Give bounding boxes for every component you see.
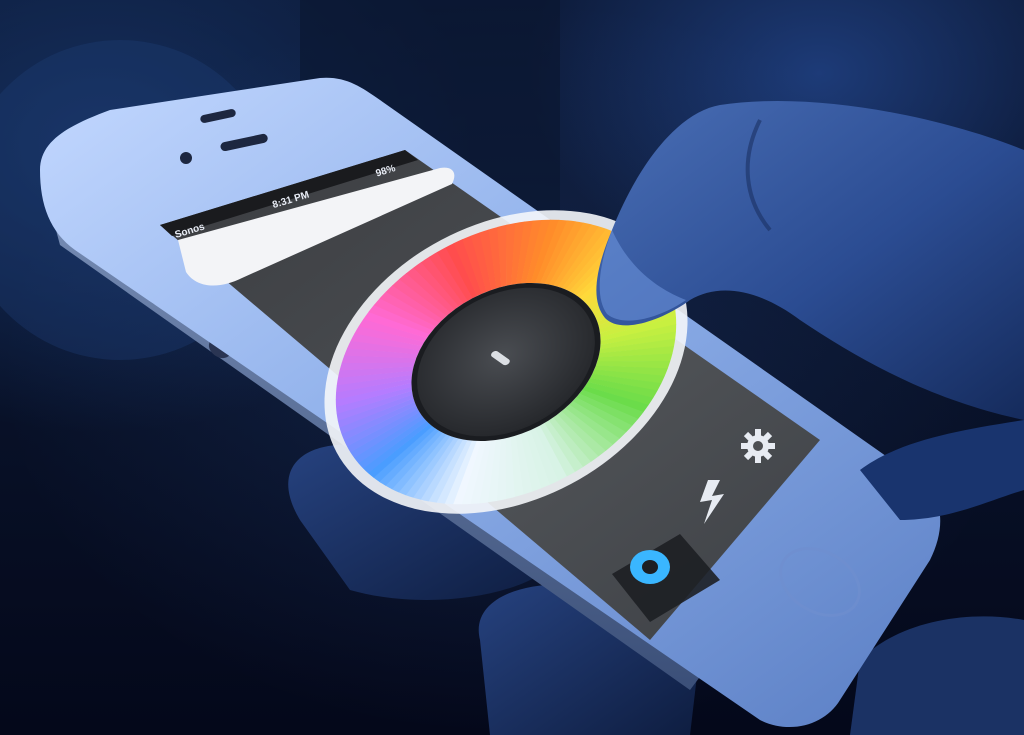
control-gear[interactable] <box>741 429 775 463</box>
front-camera <box>180 152 192 164</box>
photo-scene: Sonos 8:31 PM 98% <box>0 0 1024 735</box>
photo-svg: Sonos 8:31 PM 98% <box>0 0 1024 735</box>
